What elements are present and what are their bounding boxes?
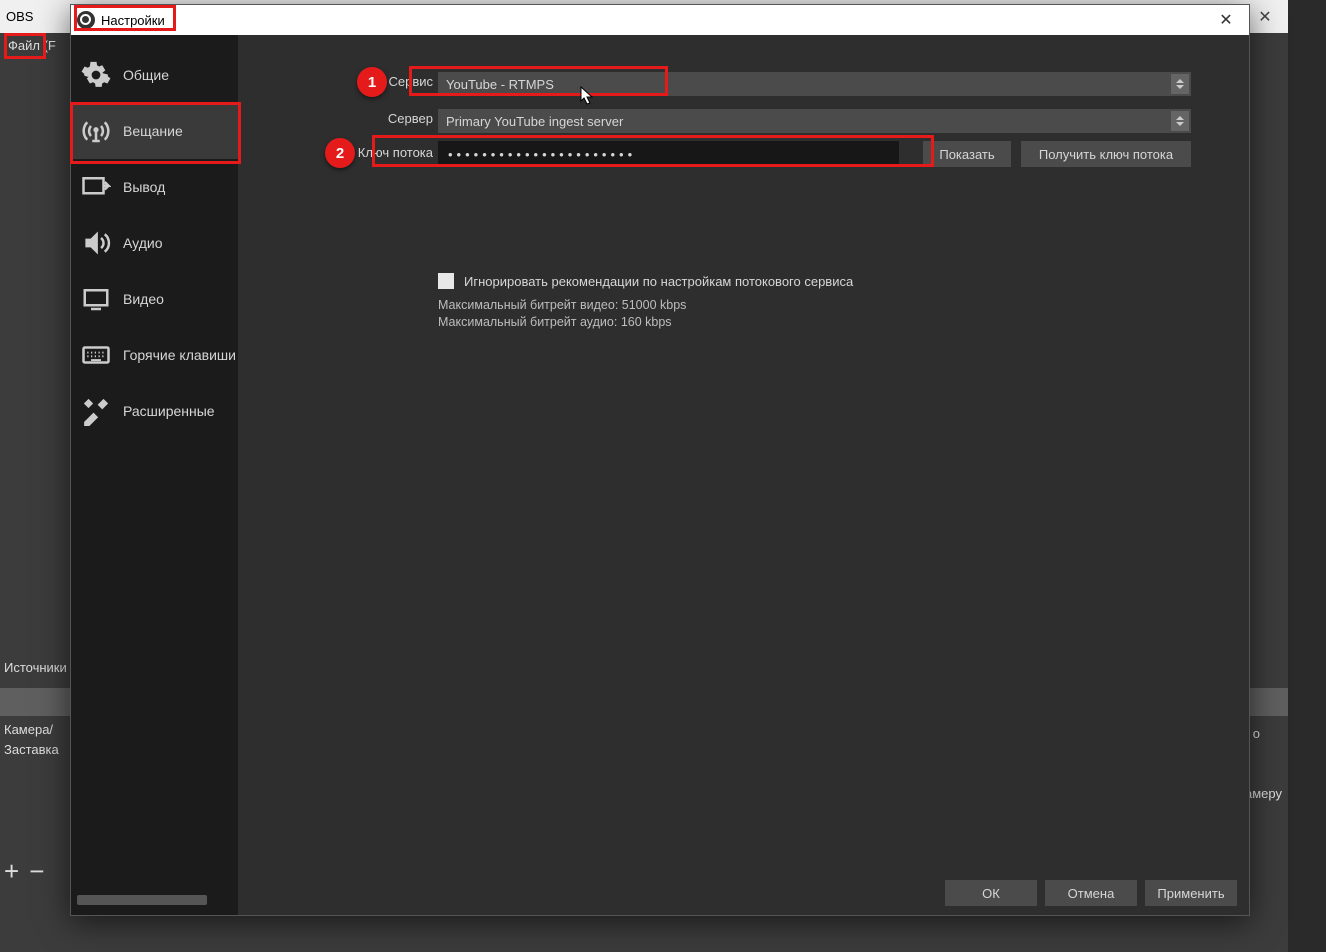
server-label: Сервер (373, 111, 433, 126)
broadcast-icon (79, 114, 113, 148)
source-item[interactable]: Камера/ (4, 720, 59, 740)
annotation-marker-2: 2 (325, 138, 355, 168)
bg-text-fragment: амеру (1245, 786, 1282, 801)
sidebar-item-label: Вещание (123, 123, 183, 139)
sidebar-item-hotkeys[interactable]: Горячие клавиши (71, 327, 238, 383)
dialog-title: Настройки (101, 13, 165, 28)
menu-file[interactable]: Файл (F (0, 36, 64, 55)
dialog-footer: ОК Отмена Применить (238, 871, 1249, 915)
sidebar-item-general[interactable]: Общие (71, 47, 238, 103)
ok-button[interactable]: ОК (945, 880, 1037, 906)
sidebar-item-output[interactable]: Вывод (71, 159, 238, 215)
sidebar-item-label: Вывод (123, 179, 165, 195)
max-bitrate-video: Максимальный битрейт видео: 51000 kbps (438, 297, 686, 314)
ignore-recommendations-label: Игнорировать рекомендации по настройкам … (464, 274, 853, 289)
server-select[interactable]: Primary YouTube ingest server (438, 109, 1191, 133)
source-item[interactable]: Заставка (4, 740, 59, 760)
sidebar-item-stream[interactable]: Вещание (71, 103, 238, 159)
service-value: YouTube - RTMPS (446, 77, 554, 92)
show-key-button[interactable]: Показать (923, 141, 1011, 167)
sidebar-item-advanced[interactable]: Расширенные (71, 383, 238, 439)
server-value: Primary YouTube ingest server (446, 114, 623, 129)
settings-content: Сервис YouTube - RTMPS Сервер Primary Yo… (238, 35, 1249, 915)
sources-list: Камера/ Заставка (4, 720, 59, 760)
sidebar-item-label: Аудио (123, 235, 163, 251)
output-icon (79, 170, 113, 204)
streamkey-value: •••••••••••••••••••••• (448, 147, 636, 162)
chevron-updown-icon (1171, 74, 1189, 94)
video-icon (79, 282, 113, 316)
add-source-button[interactable]: + (4, 856, 19, 887)
cancel-button[interactable]: Отмена (1045, 880, 1137, 906)
bg-text-fragment: о (1253, 726, 1260, 741)
get-stream-key-button[interactable]: Получить ключ потока (1021, 141, 1191, 167)
keyboard-icon (79, 338, 113, 372)
chevron-updown-icon (1171, 111, 1189, 131)
annotation-marker-1: 1 (357, 67, 387, 97)
sidebar-item-audio[interactable]: Аудио (71, 215, 238, 271)
obs-title: OBS (6, 9, 33, 24)
sidebar-item-label: Видео (123, 291, 164, 307)
settings-sidebar: Общие Вещание Вывод Аудио (71, 35, 238, 915)
sources-toolbar: + − (4, 856, 44, 887)
streamkey-input[interactable]: •••••••••••••••••••••• (438, 141, 899, 167)
streamkey-label: Ключ потока (343, 145, 433, 160)
max-bitrate-audio: Максимальный битрейт аудио: 160 kbps (438, 314, 672, 331)
ignore-recommendations-checkbox[interactable] (438, 273, 454, 289)
audio-icon (79, 226, 113, 260)
apply-button[interactable]: Применить (1145, 880, 1237, 906)
sidebar-scrollbar[interactable] (77, 893, 226, 907)
sidebar-item-label: Общие (123, 67, 169, 83)
obs-icon (77, 11, 95, 29)
sidebar-item-label: Расширенные (123, 403, 215, 419)
sidebar-item-video[interactable]: Видео (71, 271, 238, 327)
sidebar-item-label: Горячие клавиши (123, 347, 236, 363)
tools-icon (79, 394, 113, 428)
service-select[interactable]: YouTube - RTMPS (438, 72, 1191, 96)
settings-dialog: Настройки ✕ Общие Вещание Вывод (70, 4, 1250, 916)
remove-source-button[interactable]: − (29, 856, 44, 887)
dialog-close-button[interactable]: ✕ (1203, 5, 1249, 35)
dialog-titlebar: Настройки ✕ (71, 5, 1249, 35)
gear-icon (79, 58, 113, 92)
sources-panel-label: Источники (4, 660, 67, 675)
